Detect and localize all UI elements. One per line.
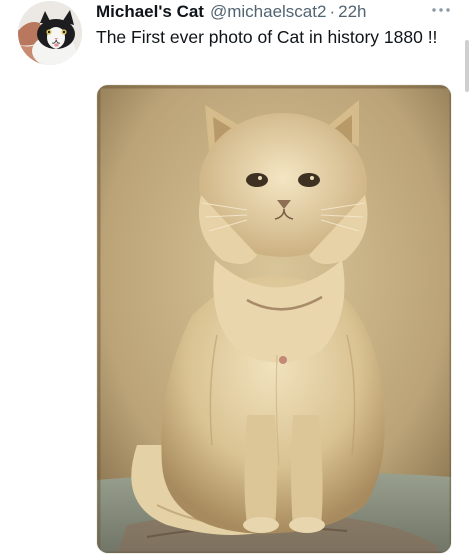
tweet-header: Michael's Cat @michaelscat2 · 22h xyxy=(96,1,436,23)
more-options-icon[interactable] xyxy=(429,2,453,18)
vintage-cat-photo xyxy=(97,85,451,553)
scrollbar-thumb[interactable] xyxy=(465,40,469,92)
avatar[interactable] xyxy=(18,1,82,65)
user-handle[interactable]: @michaelscat2 xyxy=(210,1,326,23)
tweet-text: The First ever photo of Cat in history 1… xyxy=(96,27,438,47)
timestamp[interactable]: 22h xyxy=(338,1,366,23)
separator-dot: · xyxy=(329,2,336,21)
cat-avatar-image xyxy=(18,1,82,65)
tweet-photo[interactable] xyxy=(96,84,452,554)
display-name[interactable]: Michael's Cat xyxy=(96,1,204,23)
